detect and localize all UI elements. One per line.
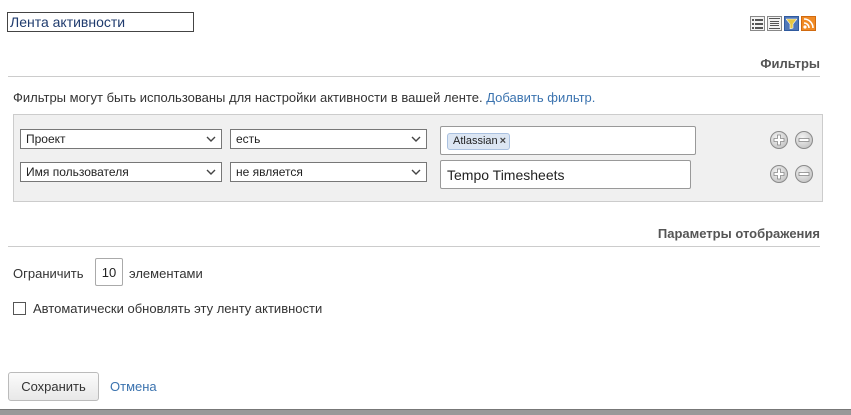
project-tag: Atlassian × [447,133,511,150]
filter-field-select-2[interactable]: Имя пользователя [20,162,222,182]
list-icon[interactable] [750,16,765,31]
add-filter-row-button-2[interactable] [770,165,788,183]
user-value-text: Tempo Timesheets [447,167,565,183]
remove-filter-row-button-2[interactable] [795,165,813,183]
rss-icon[interactable] [801,16,816,31]
limit-count-input[interactable] [95,258,123,286]
filters-heading: Фильтры [8,56,820,77]
filter-operator-select-1-value: есть [236,132,261,146]
filter-field-select-1[interactable]: Проект [20,129,222,149]
gadget-title-input[interactable] [7,12,194,32]
auto-refresh-label: Автоматически обновлять эту ленту активн… [33,301,323,316]
detail-list-icon[interactable] [767,16,782,31]
filter-icon[interactable] [784,16,799,31]
filter-operator-select-1[interactable]: есть [230,129,427,149]
add-filter-link[interactable]: Добавить фильтр. [486,90,595,105]
cancel-link[interactable]: Отмена [110,379,157,394]
filters-description: Фильтры могут быть использованы для наст… [13,90,595,105]
limit-prefix-label: Ограничить [13,266,84,281]
bottom-divider [0,409,851,410]
filter-field-select-2-value: Имя пользователя [26,165,129,179]
filter-operator-select-2-value: не является [236,165,303,179]
remove-tag-icon[interactable]: × [500,135,506,147]
minus-icon [798,172,810,176]
project-tag-label: Atlassian [453,135,498,147]
add-filter-row-button-1[interactable] [770,131,788,149]
remove-filter-row-button-1[interactable] [795,131,813,149]
filter-operator-select-2[interactable]: не является [230,162,427,182]
plus-icon [773,134,785,146]
chevron-down-icon [206,136,216,142]
filter-panel: Проект есть Atlassian × Имя пользователя … [13,114,823,202]
minus-icon [798,138,810,142]
plus-icon [773,168,785,180]
project-tag-input[interactable]: Atlassian × [440,126,696,155]
gadget-toolbar [750,16,816,31]
chevron-down-icon [411,136,421,142]
limit-suffix-label: элементами [129,266,203,281]
user-value-input[interactable]: Tempo Timesheets [440,160,691,189]
filter-field-select-1-value: Проект [26,132,66,146]
save-button[interactable]: Сохранить [8,372,99,401]
chevron-down-icon [411,169,421,175]
filters-description-text: Фильтры могут быть использованы для наст… [13,90,483,105]
chevron-down-icon [206,169,216,175]
auto-refresh-checkbox[interactable] [13,302,26,315]
display-options-heading: Параметры отображения [8,226,820,247]
